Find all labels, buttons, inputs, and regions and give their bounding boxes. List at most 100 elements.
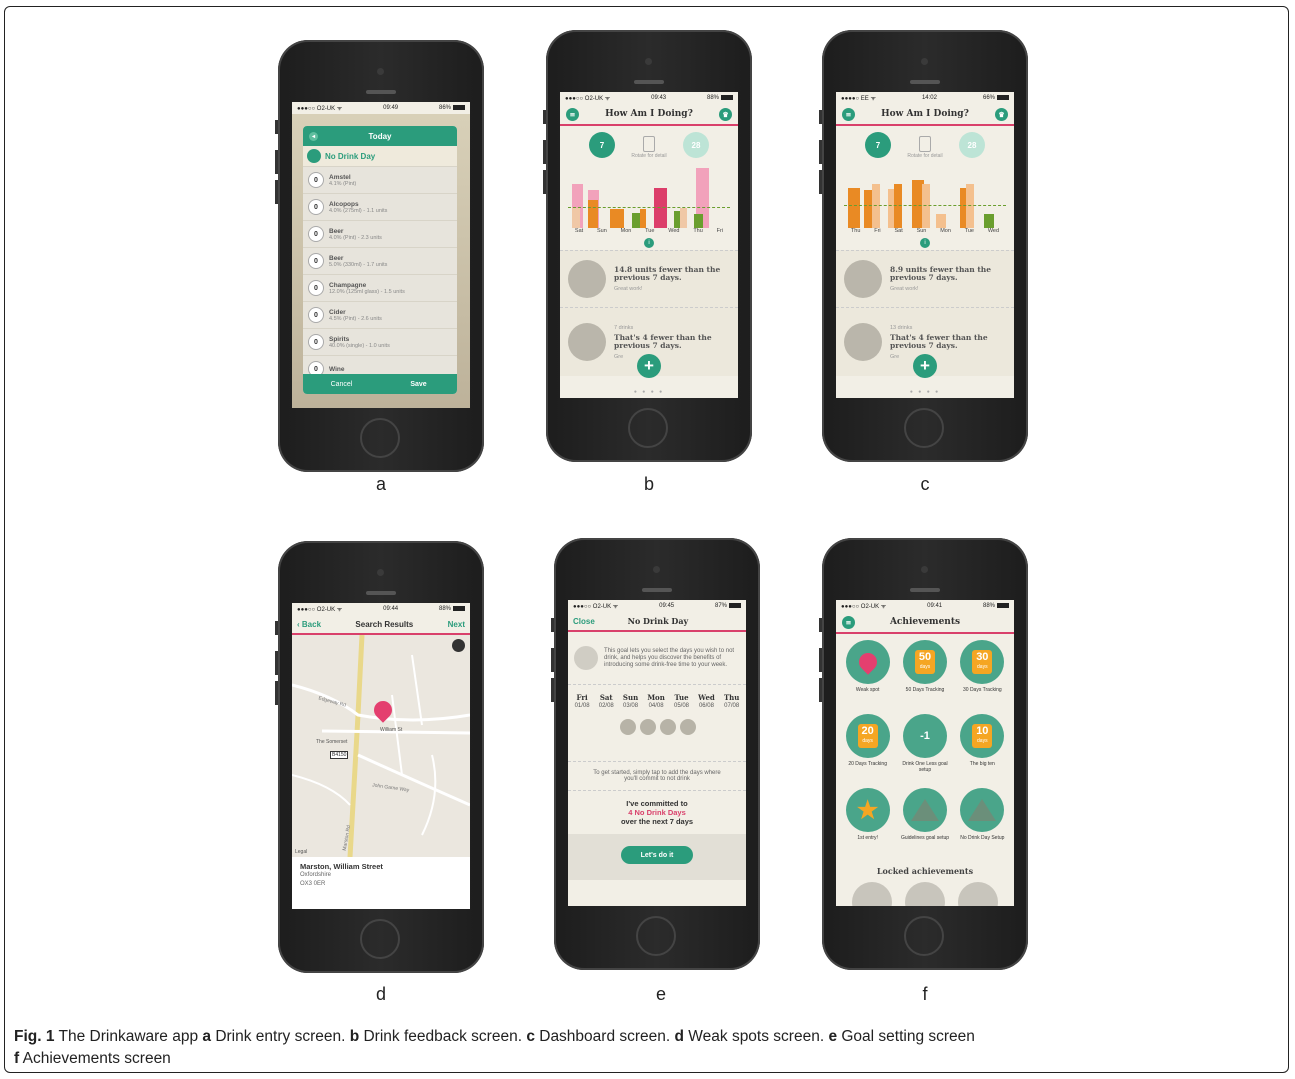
wine-glass-icon — [568, 323, 606, 361]
home-button[interactable] — [904, 408, 944, 448]
bar-sat-b — [572, 208, 580, 228]
drink-row[interactable]: 0 Amstel 4.1% (Pint) — [303, 167, 457, 194]
panel-label-d: d — [375, 984, 386, 1004]
week-day[interactable]: Thu 07/08 — [724, 693, 739, 709]
week-day[interactable]: Fri 01/08 — [575, 693, 590, 709]
achievement-badge[interactable]: 50 days 50 Days Tracking — [897, 640, 952, 712]
page-title: No Drink Day — [627, 616, 689, 626]
status-bar: ●●●○○ O2-UK ᯤ 09:43 88% — [560, 92, 738, 104]
no-drink-day-toggle[interactable] — [640, 719, 656, 735]
speaker — [366, 591, 396, 595]
menu-icon[interactable]: ≡ — [566, 107, 579, 121]
info-icon[interactable]: i — [644, 238, 654, 248]
calendar-28-icon[interactable]: 28 — [683, 132, 709, 158]
cancel-button[interactable]: Cancel — [303, 374, 380, 394]
drink-count[interactable]: 0 — [308, 280, 324, 296]
home-button[interactable] — [636, 916, 676, 956]
camera — [645, 58, 652, 65]
no-drink-day-toggle[interactable] — [680, 719, 696, 735]
achievement-badge[interactable]: ★ 1st entry! — [840, 788, 895, 860]
achievement-badge[interactable]: 20 days 20 Days Tracking — [840, 714, 895, 786]
menu-icon[interactable]: ≡ — [842, 615, 855, 629]
drink-row[interactable]: 0 Beer 4.0% (Pint) - 2.3 units — [303, 221, 457, 248]
drink-name: Beer — [329, 254, 344, 262]
achievement-badge[interactable]: Weak spot — [840, 640, 895, 712]
drink-count[interactable]: 0 — [308, 307, 324, 323]
close-button[interactable]: Close — [573, 617, 595, 626]
phone-a: ●●●○○ O2-UK ᯤ 09:49 86% ◂ Today No Drink… — [275, 40, 484, 472]
compass-icon[interactable] — [452, 639, 465, 652]
drink-row[interactable]: 0 Alcopops 4.0% (275ml) - 1.1 units — [303, 194, 457, 221]
phone-e: ●●●○○ O2-UK ᯤ 09:45 87% Close No Drink D… — [551, 538, 760, 970]
drink-count[interactable]: 0 — [308, 199, 324, 215]
drink-name: Wine — [329, 365, 345, 373]
week-selector: Fri 01/08 Sat 02/08 Sun 03/08 Mon 04/08 Tue 05/08… — [568, 685, 746, 709]
phone-c: ●●●●○ EE ᯤ 14:02 66% ≡ How Am I Doing? ♛… — [819, 30, 1028, 462]
menu-icon[interactable]: ≡ — [842, 107, 855, 121]
locked-heading: Locked achievements — [876, 866, 974, 876]
save-button[interactable]: Save — [380, 374, 457, 394]
camera — [653, 566, 660, 573]
legal-link[interactable]: Legal — [295, 849, 307, 855]
achievement-badge[interactable]: 30 days 30 Days Tracking — [955, 640, 1010, 712]
trophy-icon[interactable]: ♛ — [995, 107, 1008, 121]
home-button[interactable] — [360, 418, 400, 458]
drink-count[interactable]: 0 — [308, 253, 324, 269]
screen-achievements: ●●●○○ O2-UK ᯤ 09:41 88% ≡ Achievements W… — [836, 600, 1014, 906]
week-day[interactable]: Mon 04/08 — [647, 693, 665, 709]
week-day[interactable]: Sun 03/08 — [623, 693, 638, 709]
speaker — [910, 80, 940, 84]
achievement-badge[interactable]: 10 days The big ten — [955, 714, 1010, 786]
no-drink-day-toggle[interactable] — [620, 719, 636, 735]
calendar-7-icon[interactable]: 7 — [589, 132, 615, 158]
home-button[interactable] — [628, 408, 668, 448]
rotate-phone-icon — [919, 136, 931, 152]
back-icon[interactable]: ◂ — [309, 131, 318, 141]
day-label: Wed — [987, 228, 1000, 234]
achievement-badge[interactable]: -1 Drink One Less goal setup — [897, 714, 952, 786]
drink-row[interactable]: 0 Beer 5.0% (330ml) - 1.7 units — [303, 248, 457, 275]
back-button[interactable]: ‹ Back — [297, 620, 321, 629]
lets-do-it-button[interactable]: Let's do it — [621, 846, 693, 864]
info-icon[interactable]: i — [920, 238, 930, 248]
drink-list: 0 Amstel 4.1% (Pint) 0 Alcopops 4.0% (275… — [303, 167, 457, 383]
calendar-28-icon[interactable]: 28 — [959, 132, 985, 158]
home-button[interactable] — [360, 919, 400, 959]
achievement-badge[interactable]: No Drink Day Setup — [955, 788, 1010, 860]
drink-detail: 4.1% (Pint) — [329, 180, 357, 187]
drink-row[interactable]: 0 Cider 4.5% (Pint) - 2.6 units — [303, 302, 457, 329]
map-roads — [292, 635, 470, 857]
map-view[interactable]: B4150 The Somerset William St Edgeway Rd… — [292, 635, 470, 857]
day-toggles — [568, 709, 746, 761]
trophy-icon[interactable]: ♛ — [719, 107, 732, 121]
no-drink-day-toggle[interactable] — [660, 719, 676, 735]
day-label: Sun — [916, 228, 927, 234]
drink-row[interactable]: 0 Spirits 40.0% (single) - 1.0 units — [303, 329, 457, 356]
week-day[interactable]: Wed 06/08 — [698, 693, 715, 709]
day-labels: Sat Sun Mon Tue Wed Thu Fri — [568, 228, 730, 236]
drink-count[interactable]: 0 — [308, 172, 324, 188]
drink-count[interactable]: 0 — [308, 226, 324, 242]
day-label: Sun — [597, 228, 607, 234]
drink-detail: 40.0% (single) - 1.0 units — [329, 342, 390, 349]
bar-thu — [848, 188, 860, 228]
add-drink-button[interactable]: + — [913, 354, 937, 378]
badge-icon: 20 days — [845, 714, 890, 758]
achievement-badge[interactable]: Guidelines goal setup — [897, 788, 952, 860]
bar-thu-b — [680, 208, 687, 228]
drink-row[interactable]: 0 Champagne 12.0% (125ml glass) - 1.5 un… — [303, 275, 457, 302]
drink-name: Amstel — [329, 173, 351, 181]
no-drink-day-row[interactable]: No Drink Day — [303, 146, 457, 167]
calendar-7-icon[interactable]: 7 — [865, 132, 891, 158]
page-title: Search Results — [355, 619, 414, 629]
drink-count[interactable]: 0 — [308, 334, 324, 350]
day-label: Fri — [716, 228, 724, 234]
day-label: Tue — [645, 228, 655, 234]
speaker — [642, 588, 672, 592]
add-drink-button[interactable]: + — [637, 354, 661, 378]
goal-intro: This goal lets you select the days you w… — [568, 632, 746, 685]
next-button[interactable]: Next — [448, 620, 465, 629]
week-day[interactable]: Tue 05/08 — [674, 693, 689, 709]
week-day[interactable]: Sat 02/08 — [599, 693, 614, 709]
home-button[interactable] — [904, 916, 944, 956]
